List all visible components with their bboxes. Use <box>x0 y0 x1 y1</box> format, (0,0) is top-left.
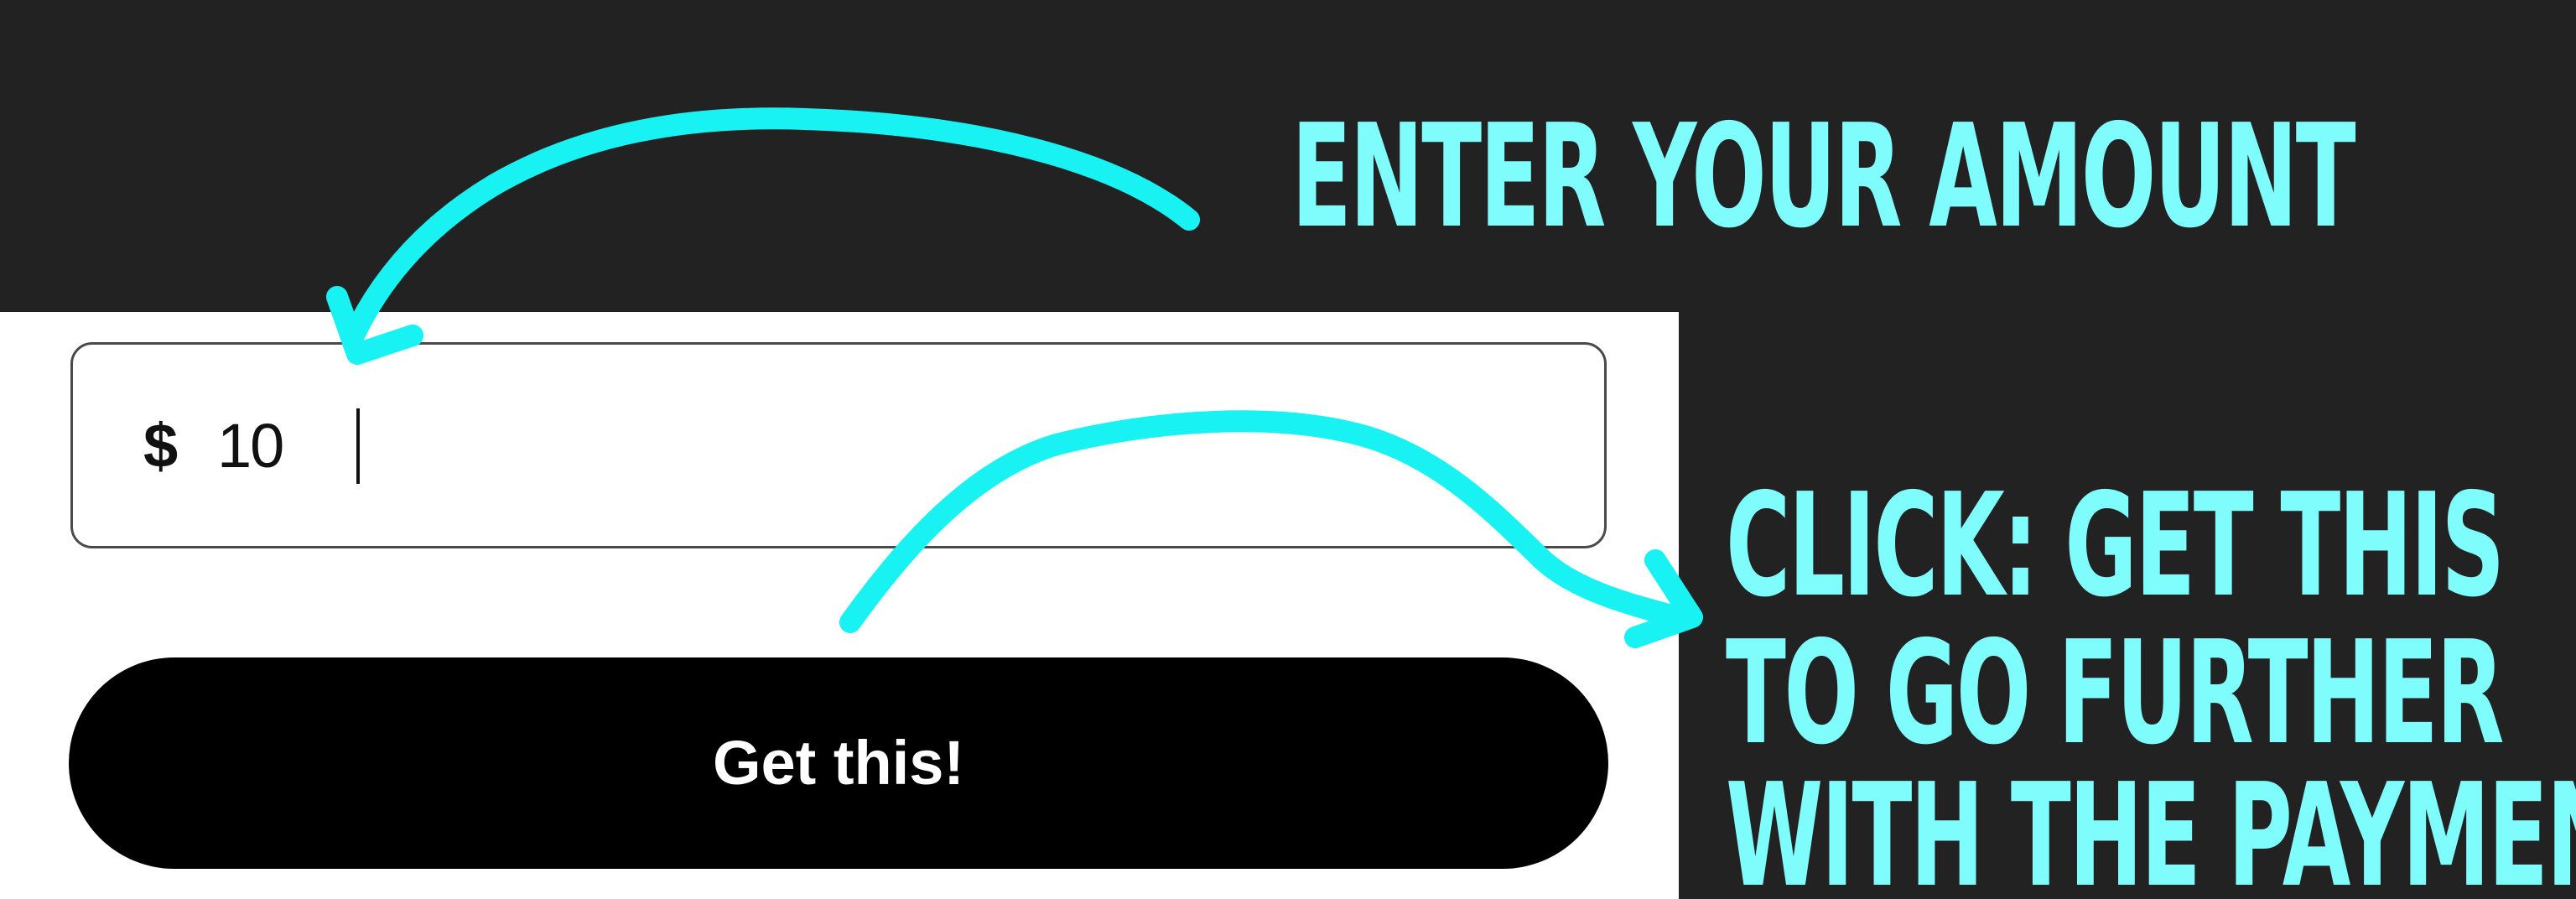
arrow-to-note-icon <box>839 410 1695 633</box>
annotation-arrows <box>326 107 1703 648</box>
arrow-to-input-icon <box>343 107 1200 346</box>
screenshot-stage: $ 10 Get this! ENTER YOUR AMOUNT CLICK: … <box>0 0 2576 899</box>
